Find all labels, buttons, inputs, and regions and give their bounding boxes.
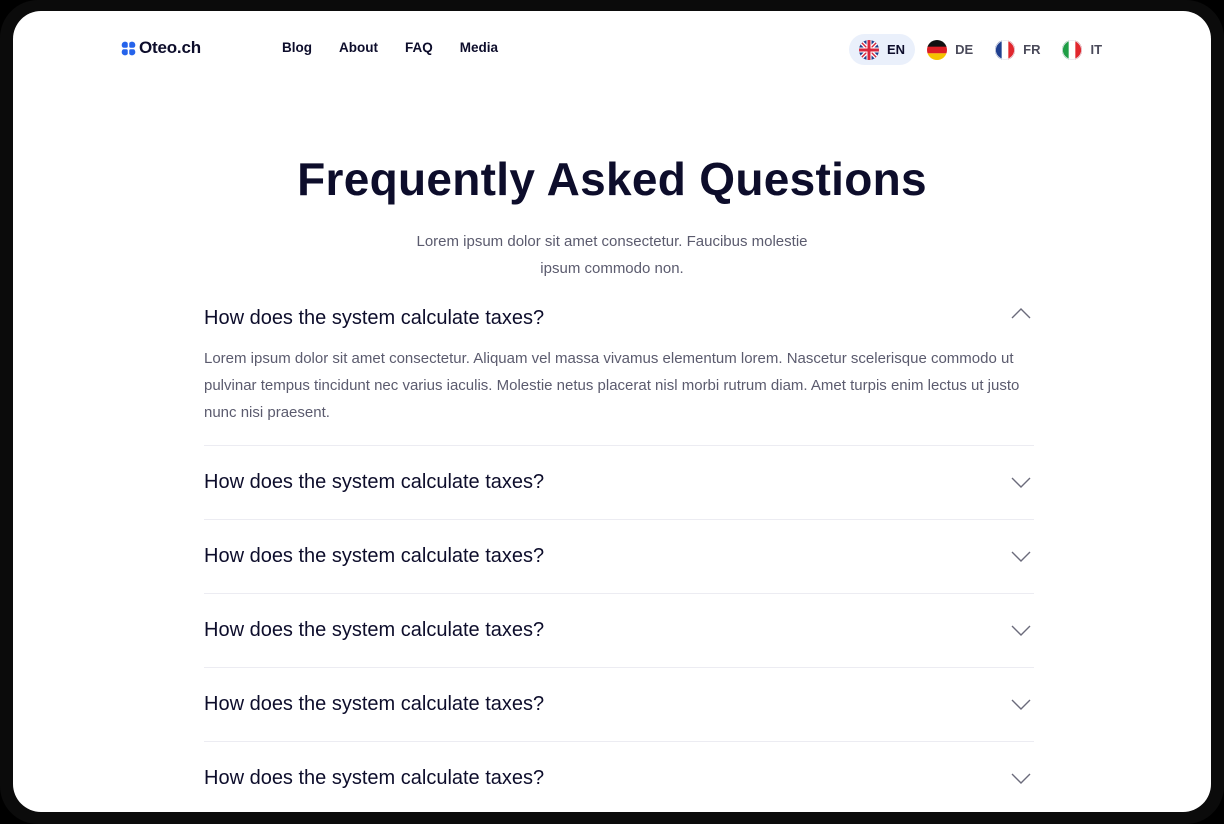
germany-flag-icon <box>927 39 948 60</box>
nav-faq[interactable]: FAQ <box>405 40 433 55</box>
logo-icon <box>121 40 136 56</box>
nav-about[interactable]: About <box>339 40 378 55</box>
faq-question-toggle[interactable]: How does the system calculate taxes? <box>204 742 1034 812</box>
faq-item: How does the system calculate taxes? <box>204 520 1034 594</box>
italy-flag-icon <box>1062 39 1083 60</box>
faq-accordion: How does the system calculate taxes? Lor… <box>204 301 1034 812</box>
language-switcher: EN DE FR IT <box>849 34 1112 65</box>
page-title: Frequently Asked Questions <box>297 153 927 205</box>
faq-item: How does the system calculate taxes? <box>204 446 1034 520</box>
faq-question-toggle[interactable]: How does the system calculate taxes? <box>204 301 1034 337</box>
lang-it-label: IT <box>1090 42 1103 57</box>
faq-question-toggle[interactable]: How does the system calculate taxes? <box>204 668 1034 741</box>
faq-question: How does the system calculate taxes? <box>204 545 545 567</box>
nav-media[interactable]: Media <box>460 40 498 55</box>
chevron-down-icon[interactable] <box>1011 773 1031 785</box>
lang-it[interactable]: IT <box>1052 34 1112 65</box>
chevron-down-icon[interactable] <box>1011 477 1031 489</box>
subtitle-line-1: Lorem ipsum dolor sit amet consectetur. … <box>416 233 808 250</box>
chevron-down-icon[interactable] <box>1011 699 1031 711</box>
lang-de-label: DE <box>955 42 974 57</box>
uk-flag-icon <box>859 39 879 60</box>
faq-item: How does the system calculate taxes? <box>204 668 1034 742</box>
main-nav: Blog About FAQ Media <box>282 40 498 55</box>
lang-fr-label: FR <box>1023 42 1041 57</box>
brand-name: Oteo.ch <box>139 38 201 57</box>
faq-question-toggle[interactable]: How does the system calculate taxes? <box>204 446 1034 519</box>
faq-question: How does the system calculate taxes? <box>204 619 545 641</box>
faq-answer: Lorem ipsum dolor sit amet consectetur. … <box>204 350 1020 421</box>
faq-question: How does the system calculate taxes? <box>204 693 545 715</box>
lang-en-label: EN <box>887 42 906 57</box>
france-flag-icon <box>995 39 1016 60</box>
faq-item: How does the system calculate taxes? Lor… <box>204 301 1034 446</box>
device-frame: Oteo.ch Blog About FAQ Media EN DE FR IT… <box>0 0 1224 824</box>
faq-question: How does the system calculate taxes? <box>204 471 545 493</box>
browser-screen: Oteo.ch Blog About FAQ Media EN DE FR IT… <box>13 11 1211 812</box>
faq-item: How does the system calculate taxes? <box>204 594 1034 668</box>
faq-item: How does the system calculate taxes? <box>204 742 1034 812</box>
page-subtitle: Lorem ipsum dolor sit amet consectetur. … <box>387 229 837 282</box>
nav-blog[interactable]: Blog <box>282 40 312 55</box>
chevron-down-icon[interactable] <box>1011 551 1031 563</box>
faq-question-toggle[interactable]: How does the system calculate taxes? <box>204 520 1034 593</box>
chevron-down-icon[interactable] <box>1011 625 1031 637</box>
chevron-up-icon[interactable] <box>1011 307 1031 319</box>
logo[interactable]: Oteo.ch <box>121 38 201 58</box>
lang-de[interactable]: DE <box>917 34 983 65</box>
faq-question: How does the system calculate taxes? <box>204 307 545 329</box>
faq-question: How does the system calculate taxes? <box>204 767 545 789</box>
subtitle-line-2: ipsum commodo non. <box>540 259 684 277</box>
lang-en[interactable]: EN <box>849 34 916 65</box>
lang-fr[interactable]: FR <box>985 34 1050 65</box>
faq-question-toggle[interactable]: How does the system calculate taxes? <box>204 594 1034 667</box>
